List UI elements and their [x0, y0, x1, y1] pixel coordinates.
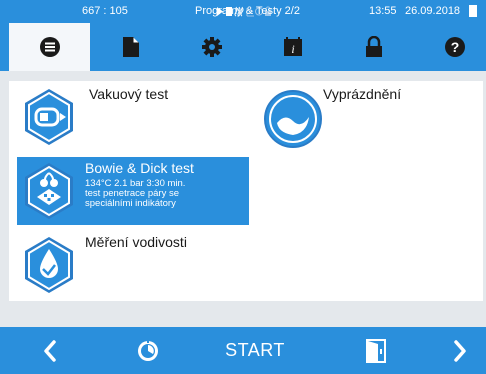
tab-settings[interactable]: [171, 23, 252, 71]
bottom-bar: START: [0, 327, 486, 374]
list-icon: [39, 37, 60, 57]
bowie-dick-icon: [25, 163, 73, 219]
timer-icon: [138, 339, 158, 361]
chevron-left-icon: [44, 339, 56, 362]
start-label: START: [225, 340, 285, 360]
conductivity-label: Měření vodivosti: [85, 234, 187, 250]
vacuum-test-icon: [25, 89, 73, 145]
help-icon: ?: [444, 37, 465, 57]
program-bowie-dick-test[interactable]: Bowie & Dick test 134°C 2.1 bar 3:30 min…: [17, 157, 249, 225]
screen-title: Programy & Testy 2/2: [195, 5, 300, 17]
program-drain[interactable]: Vyprázdnění: [255, 79, 475, 149]
timer-button[interactable]: [126, 327, 170, 374]
tab-help[interactable]: ?: [414, 23, 486, 71]
door-button[interactable]: [356, 327, 396, 374]
lock-icon: [365, 36, 382, 57]
scroll-indicator: [469, 5, 477, 17]
time-text: 13:55: [369, 5, 397, 17]
document-icon: [122, 37, 139, 57]
date-text: 26.09.2018: [405, 5, 461, 17]
info-book-icon: i: [283, 37, 302, 56]
svg-text:?: ?: [450, 39, 459, 55]
tab-lock[interactable]: [333, 23, 414, 71]
tab-info[interactable]: i: [252, 23, 333, 71]
svg-text:i: i: [291, 42, 294, 56]
status-bar: 667 : 105 Programy & Testy 2/2 13:55 26.…: [0, 0, 486, 23]
tab-bar: i ?: [0, 23, 486, 71]
gear-icon: [201, 37, 222, 57]
next-button[interactable]: [440, 327, 480, 374]
chevron-right-icon: [454, 339, 466, 362]
tab-programs[interactable]: [9, 23, 90, 71]
drain-icon: [264, 90, 322, 148]
door-icon: [366, 338, 386, 363]
program-area: Vakuový test Vyprázdnění Bowie & Dick te…: [0, 71, 486, 327]
start-button[interactable]: START: [210, 327, 300, 374]
bowie-dick-desc-2: speciálními indikátory: [85, 198, 176, 209]
drain-label: Vyprázdnění: [323, 86, 402, 102]
counter-text: 667 : 105: [82, 5, 128, 17]
program-vacuum-test[interactable]: Vakuový test: [17, 79, 237, 149]
conductivity-icon: [25, 237, 73, 293]
vacuum-test-label: Vakuový test: [89, 86, 169, 102]
bowie-dick-label: Bowie & Dick test: [85, 160, 194, 176]
program-conductivity[interactable]: Měření vodivosti: [17, 229, 249, 293]
previous-button[interactable]: [30, 327, 70, 374]
tab-protocols[interactable]: [90, 23, 171, 71]
